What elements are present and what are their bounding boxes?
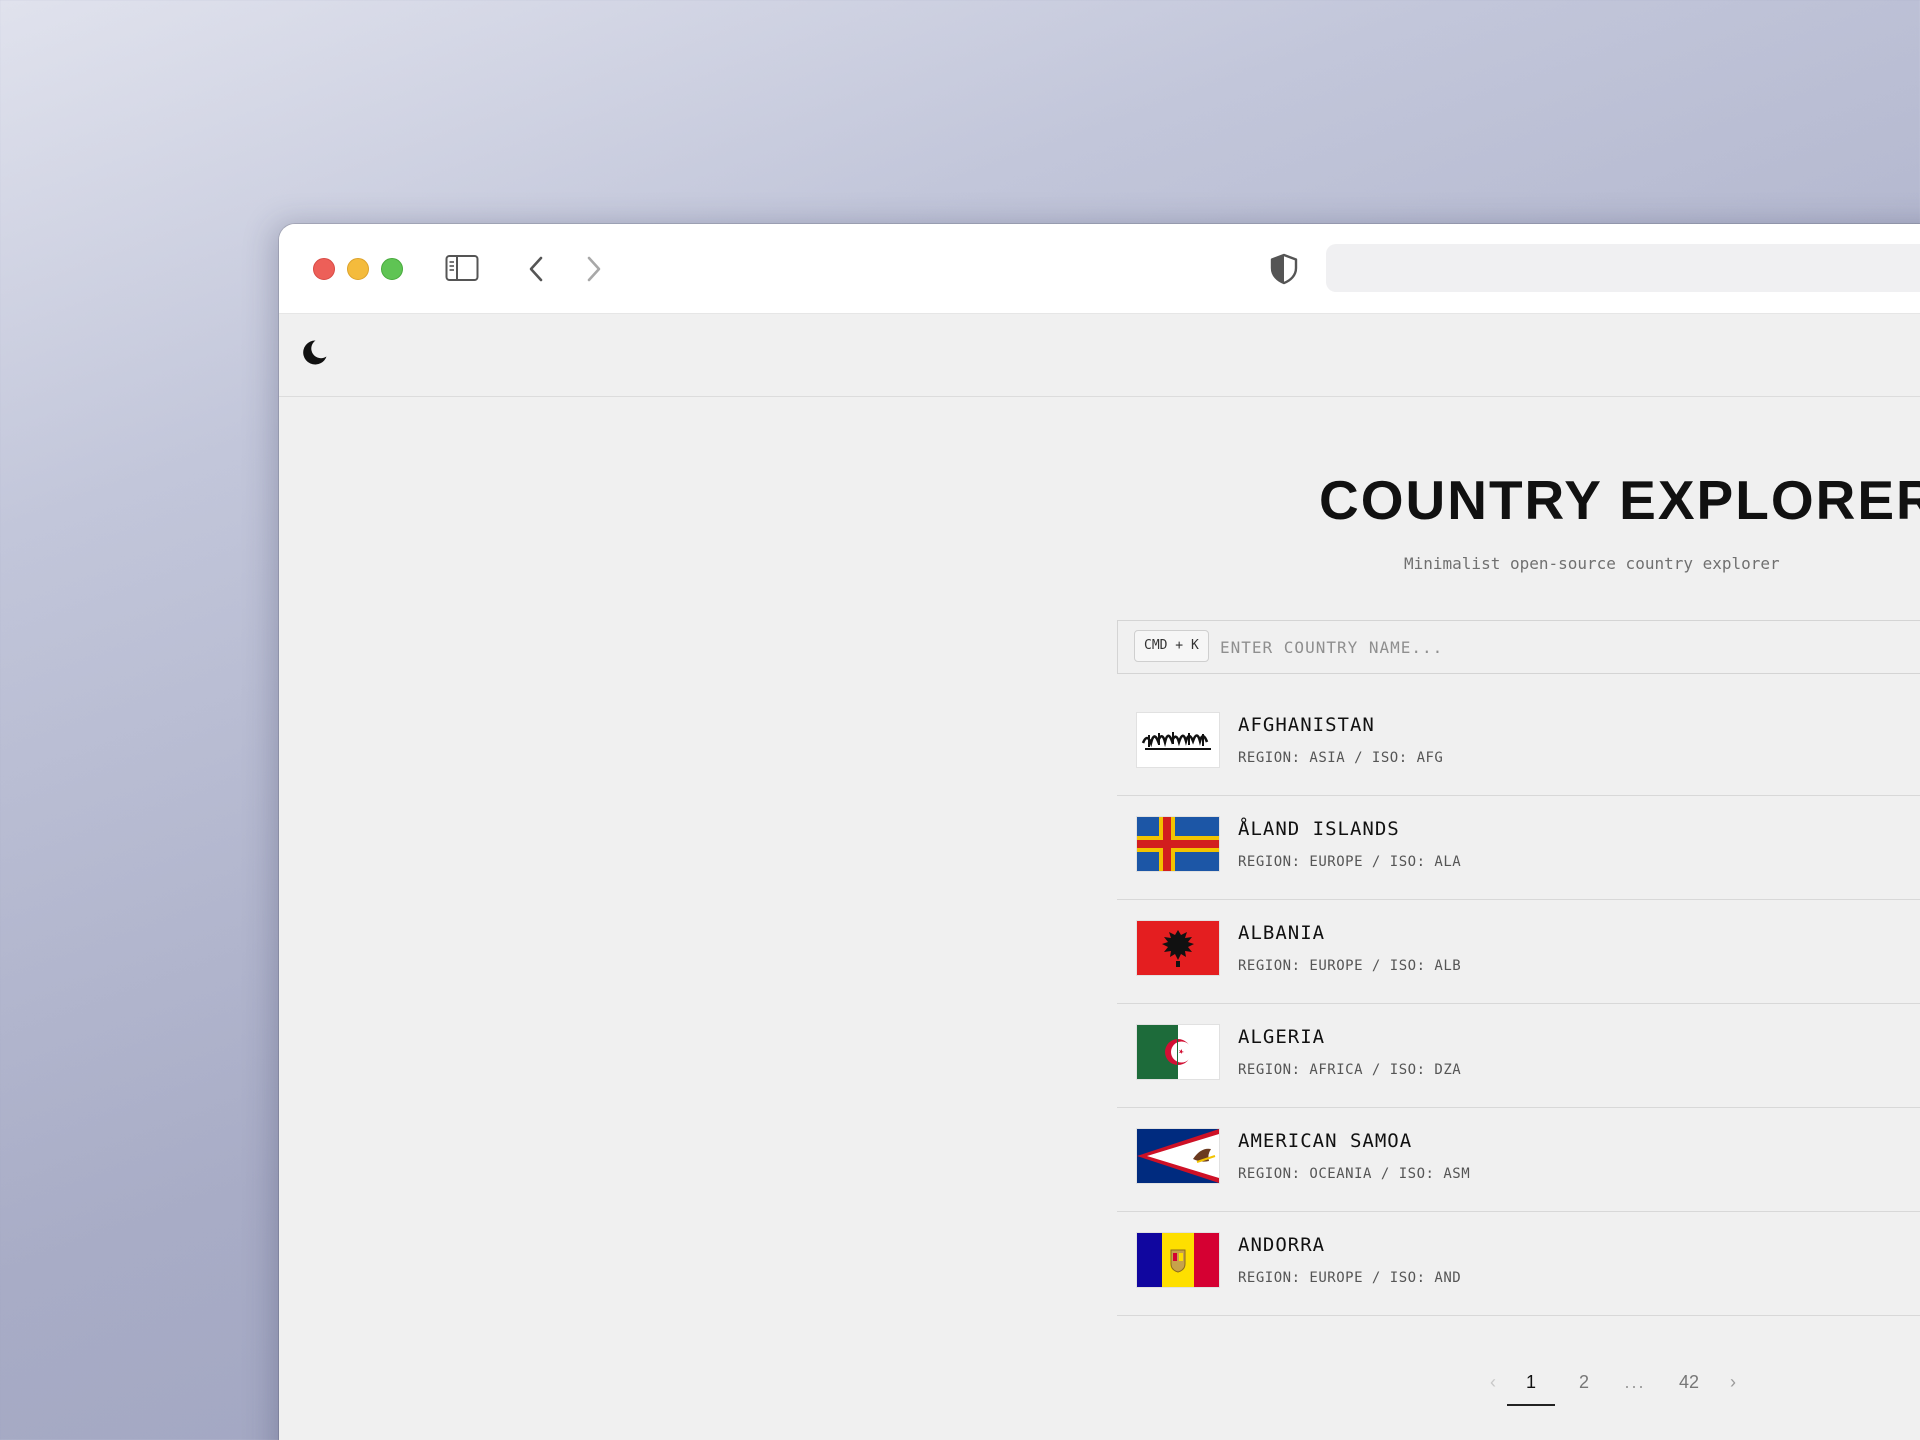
albania-flag-icon — [1137, 921, 1219, 975]
close-window-button[interactable] — [313, 258, 335, 280]
keyboard-shortcut-badge: CMD + K — [1134, 630, 1209, 662]
country-name: ÅLAND ISLANDS — [1238, 818, 1400, 840]
country-row-aland-islands[interactable]: ÅLAND ISLANDS REGION: EUROPE / ISO: ALA — [1117, 796, 1920, 900]
zoom-window-button[interactable] — [381, 258, 403, 280]
browser-window: COUNTRY EXPLORER Minimalist open-source … — [279, 224, 1920, 1440]
page-2-button[interactable]: 2 — [1567, 1360, 1601, 1412]
pagination: ‹ 1 2 ... 42 › — [1469, 1360, 1769, 1412]
address-bar[interactable] — [1326, 244, 1920, 292]
page-subtitle: Minimalist open-source country explorer — [1404, 554, 1780, 573]
algeria-flag-icon — [1137, 1025, 1219, 1079]
country-row-andorra[interactable]: ANDORRA REGION: EUROPE / ISO: AND — [1117, 1212, 1920, 1316]
country-meta: REGION: EUROPE / ISO: ALA — [1238, 854, 1462, 870]
afghanistan-flag-icon — [1137, 713, 1219, 767]
country-name: AFGHANISTAN — [1238, 714, 1375, 736]
forward-arrow-icon[interactable] — [579, 254, 607, 284]
country-name: ALGERIA — [1238, 1026, 1326, 1048]
american-samoa-flag-icon — [1137, 1129, 1219, 1183]
country-row-afghanistan[interactable]: AFGHANISTAN REGION: ASIA / ISO: AFG — [1117, 692, 1920, 796]
browser-toolbar — [279, 224, 1920, 314]
prev-page-button[interactable]: ‹ — [1481, 1360, 1505, 1412]
pagination-ellipsis: ... — [1624, 1372, 1646, 1392]
sidebar-toggle-icon[interactable] — [445, 254, 479, 282]
page-1-button[interactable]: 1 — [1507, 1360, 1555, 1406]
country-meta: REGION: ASIA / ISO: AFG — [1238, 750, 1444, 766]
search-box[interactable]: CMD + K — [1117, 620, 1920, 674]
country-list: AFGHANISTAN REGION: ASIA / ISO: AFG ÅLAN… — [1117, 692, 1920, 1316]
moon-icon[interactable] — [299, 336, 331, 368]
andorra-flag-icon — [1137, 1233, 1219, 1287]
country-row-american-samoa[interactable]: AMERICAN SAMOA REGION: OCEANIA / ISO: AS… — [1117, 1108, 1920, 1212]
country-meta: REGION: OCEANIA / ISO: ASM — [1238, 1166, 1471, 1182]
minimize-window-button[interactable] — [347, 258, 369, 280]
country-row-albania[interactable]: ALBANIA REGION: EUROPE / ISO: ALB — [1117, 900, 1920, 1004]
country-meta: REGION: EUROPE / ISO: ALB — [1238, 958, 1462, 974]
country-name: ALBANIA — [1238, 922, 1326, 944]
country-name: ANDORRA — [1238, 1234, 1326, 1256]
page-title: COUNTRY EXPLORER — [1319, 469, 1920, 531]
search-input[interactable] — [1220, 621, 1920, 673]
aland-islands-flag-icon — [1137, 817, 1219, 871]
next-page-button[interactable]: › — [1721, 1360, 1745, 1412]
country-meta: REGION: EUROPE / ISO: AND — [1238, 1270, 1462, 1286]
app-header — [279, 314, 1920, 397]
page-last-button[interactable]: 42 — [1665, 1360, 1713, 1412]
country-name: AMERICAN SAMOA — [1238, 1130, 1413, 1152]
shield-icon[interactable] — [1267, 252, 1301, 286]
country-meta: REGION: AFRICA / ISO: DZA — [1238, 1062, 1462, 1078]
country-row-algeria[interactable]: ALGERIA REGION: AFRICA / ISO: DZA — [1117, 1004, 1920, 1108]
back-arrow-icon[interactable] — [523, 254, 551, 284]
